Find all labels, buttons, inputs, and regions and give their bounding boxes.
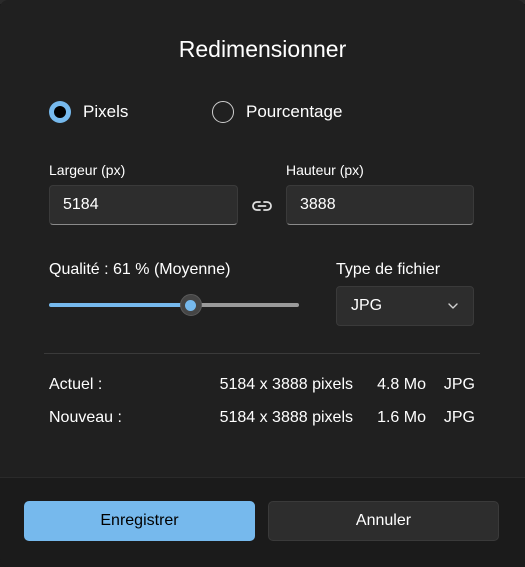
height-field[interactable]: 3888 — [286, 185, 474, 225]
info-dimensions: 5184 x 3888 pixels — [219, 376, 353, 393]
radio-unselected-indicator — [212, 101, 234, 123]
info-label: Actuel : — [49, 376, 103, 393]
divider — [44, 353, 480, 354]
info-size: 1.6 Mo — [377, 409, 426, 426]
file-type-label: Type de fichier — [336, 261, 441, 278]
file-type-value: JPG — [351, 297, 383, 314]
resize-dialog: Redimensionner Pixels Pourcentage Largeu… — [0, 0, 525, 567]
radio-selected-indicator — [49, 101, 71, 123]
save-button[interactable]: Enregistrer — [24, 501, 255, 541]
radio-pixels-label: Pixels — [83, 102, 129, 121]
height-label: Hauteur (px) — [286, 162, 364, 178]
info-row-current: Actuel : 5184 x 3888 pixels 4.8 Mo JPG — [49, 376, 475, 398]
info-format: JPG — [443, 376, 475, 393]
width-label: Largeur (px) — [49, 162, 126, 178]
info-label: Nouveau : — [49, 409, 122, 426]
quality-slider-fill[interactable] — [49, 303, 191, 307]
width-field[interactable]: 5184 — [49, 185, 238, 225]
info-size: 4.8 Mo — [377, 376, 426, 393]
radio-percentage-label: Pourcentage — [246, 102, 343, 121]
info-row-new: Nouveau : 5184 x 3888 pixels 1.6 Mo JPG — [49, 409, 475, 431]
quality-slider-thumb[interactable] — [179, 294, 202, 316]
link-icon[interactable] — [250, 194, 274, 218]
dialog-title: Redimensionner — [178, 36, 347, 62]
cancel-button[interactable]: Annuler — [268, 501, 499, 541]
quality-label: Qualité : 61 % (Moyenne) — [49, 261, 231, 278]
radio-pixels[interactable]: Pixels — [49, 101, 128, 123]
chevron-down-icon — [448, 303, 458, 309]
quality-slider-track[interactable] — [190, 303, 299, 307]
info-format: JPG — [443, 409, 475, 426]
radio-percentage[interactable]: Pourcentage — [212, 101, 342, 123]
info-dimensions: 5184 x 3888 pixels — [219, 409, 353, 426]
file-type-select[interactable]: JPG — [336, 286, 474, 326]
